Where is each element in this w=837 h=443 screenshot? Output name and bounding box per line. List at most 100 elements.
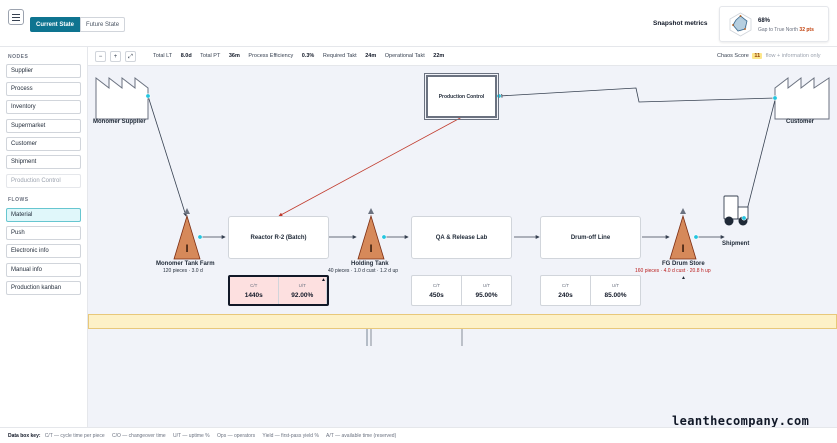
data-key-ct: C/T: [561, 282, 570, 288]
palette-item-customer[interactable]: Customer: [6, 137, 81, 151]
data-box-qa-lab[interactable]: C/T 450s U/T 95.00%: [411, 275, 512, 306]
palette-flow-electronic-info[interactable]: Electronic info: [6, 244, 81, 258]
canvas-toolbar: − + ⤢ Total LT 8.0d Total PT 36m Process…: [88, 47, 837, 66]
process-box-drum-off[interactable]: Drum-off Line: [540, 216, 641, 259]
snapshot-metrics-label: Snapshot metrics: [653, 20, 708, 27]
data-value-ut: 95.00%: [475, 291, 498, 299]
production-control-box[interactable]: Production Control: [424, 73, 499, 120]
data-key-ut: U/T: [611, 282, 620, 288]
production-control-label: Production Control: [438, 93, 485, 100]
radar-chart-icon: [729, 12, 752, 37]
data-value-ut: 85.00%: [604, 291, 627, 299]
vsm-app: Current State Future State Snapshot metr…: [0, 0, 837, 443]
palette-flow-manual-info[interactable]: Manual info: [6, 263, 81, 277]
process-label-reactor: Reactor R-2 (Batch): [250, 234, 307, 241]
watermark-text: leanthecompany.com: [672, 414, 810, 428]
snapshot-gap-prefix: Gap to True North: [758, 27, 799, 33]
palette-item-inventory[interactable]: Inventory: [6, 100, 81, 114]
legend-item: U/T — uptime %: [173, 433, 210, 439]
process-box-reactor[interactable]: Reactor R-2 (Batch): [228, 216, 329, 259]
palette-item-production-control: Production Control: [6, 174, 81, 188]
zoom-in-button[interactable]: +: [110, 51, 121, 62]
chaos-score-badge: 11: [752, 53, 763, 59]
legend-item: Yield — first-pass yield %: [262, 433, 319, 439]
chaos-score-label: Chaos Score: [717, 53, 749, 59]
required-takt-label: Required Takt: [322, 53, 357, 59]
chaos-score: Chaos Score 11 flow + information only: [717, 53, 821, 59]
svg-text:I: I: [369, 243, 372, 255]
customer-factory-icon[interactable]: [774, 76, 830, 120]
palette-item-supplier[interactable]: Supplier: [6, 64, 81, 78]
required-takt-value: 24m: [365, 53, 377, 59]
operational-takt-value: 22m: [433, 53, 445, 59]
data-box-drum-off[interactable]: C/T 240s U/T 85.00%: [540, 275, 641, 306]
top-bar: Current State Future State Snapshot metr…: [0, 0, 837, 47]
customer-label: Customer: [786, 119, 815, 125]
push-arrow-supplier-to-tankfarm: [147, 95, 187, 217]
data-key-ct: C/T: [432, 282, 441, 288]
legend-item: Ops — operators: [217, 433, 256, 439]
inventory-label-tank-farm: Monomer Tank Farm: [156, 261, 215, 267]
lead-time-ladder: [88, 314, 837, 329]
inventory-triangle-icon-fg-drum-store[interactable]: I: [669, 208, 697, 260]
data-value-ct: 450s: [429, 291, 444, 299]
data-box-key: Data box key: C/T — cycle time per piece…: [8, 433, 402, 439]
inventory-sub-tank-farm: 120 pieces · 3.0 d: [163, 268, 203, 274]
lead-time-metrics: Total LT 8.0d Total PT 36m Process Effic…: [153, 53, 451, 59]
inventory-alert-indicator: ▲: [681, 275, 686, 281]
zoom-out-button[interactable]: −: [95, 51, 106, 62]
operational-takt-label: Operational Takt: [384, 53, 425, 59]
warning-icon: ▲: [321, 277, 326, 283]
tab-future-state[interactable]: Future State: [80, 17, 126, 32]
data-cell-ct: C/T 1440s: [230, 277, 279, 304]
process-efficiency-label: Process Efficiency: [248, 53, 294, 59]
total-pt-value: 36m: [228, 53, 240, 59]
inventory-sub-holding-tank: 40 pieces · 1.0 d cust · 1.2 d up: [328, 268, 399, 274]
snapshot-card[interactable]: 68% Gap to True North 32 pts: [719, 6, 829, 42]
data-value-ct: 240s: [558, 291, 573, 299]
chaos-score-note: flow + information only: [765, 53, 821, 59]
shipment-arrow-to-customer: [744, 95, 778, 219]
data-cell-ut: U/T 92.00%: [279, 277, 327, 304]
legend-item: A/T — available time (reserved): [326, 433, 397, 439]
data-value-ut: 92.00%: [291, 291, 314, 299]
shipment-truck-icon[interactable]: [723, 195, 749, 226]
tab-current-state[interactable]: Current State: [30, 17, 81, 32]
data-cell-ct: C/T 450s: [412, 276, 462, 305]
palette-sidebar: NODES Supplier Process Inventory Superma…: [0, 47, 88, 427]
data-box-key-label: Data box key:: [8, 433, 41, 439]
legend-item: C/O — changeover time: [112, 433, 166, 439]
inventory-triangle-icon-tank-farm[interactable]: I: [173, 208, 201, 260]
palette-item-shipment[interactable]: Shipment: [6, 155, 81, 169]
total-lt-label: Total LT: [153, 53, 173, 59]
hamburger-menu-icon[interactable]: [8, 9, 24, 25]
inventory-label-holding-tank: Holding Tank: [351, 261, 389, 267]
palette-flow-production-kanban[interactable]: Production kanban: [6, 281, 81, 295]
palette-flow-material[interactable]: Material: [6, 208, 81, 222]
svg-text:I: I: [185, 243, 188, 255]
palette-item-process[interactable]: Process: [6, 82, 81, 96]
total-lt-value: 8.0d: [180, 53, 192, 59]
shipment-label: Shipment: [722, 241, 750, 247]
vsm-canvas[interactable]: I I I Monomer Supplier Customer Producti…: [88, 66, 837, 427]
total-pt-label: Total PT: [200, 53, 221, 59]
supplier-factory-icon[interactable]: [95, 76, 149, 120]
manual-info-arrow-control-to-reactor: [278, 116, 463, 217]
process-label-qa-lab: QA & Release Lab: [435, 234, 488, 241]
palette-item-supermarket[interactable]: Supermarket: [6, 119, 81, 133]
process-box-qa-lab[interactable]: QA & Release Lab: [411, 216, 512, 259]
legend-item: C/T — cycle time per piece: [44, 433, 105, 439]
process-efficiency-value: 0.3%: [301, 53, 315, 59]
footer-legend: Data box key: C/T — cycle time per piece…: [0, 427, 837, 443]
snapshot-gap: Gap to True North 32 pts: [758, 27, 814, 33]
process-label-drum-off: Drum-off Line: [570, 234, 611, 241]
data-box-reactor[interactable]: C/T 1440s U/T 92.00% ▲: [228, 275, 329, 306]
data-key-ut: U/T: [298, 282, 306, 288]
data-cell-ut: U/T 95.00%: [462, 276, 511, 305]
fit-view-button[interactable]: ⤢: [125, 51, 136, 62]
inventory-triangle-icon-holding-tank[interactable]: I: [357, 208, 385, 260]
data-value-ct: 1440s: [244, 291, 263, 299]
inventory-label-fg-drum-store: FG Drum Store: [662, 261, 705, 267]
data-cell-ct: C/T 240s: [541, 276, 591, 305]
palette-flow-push[interactable]: Push: [6, 226, 81, 240]
